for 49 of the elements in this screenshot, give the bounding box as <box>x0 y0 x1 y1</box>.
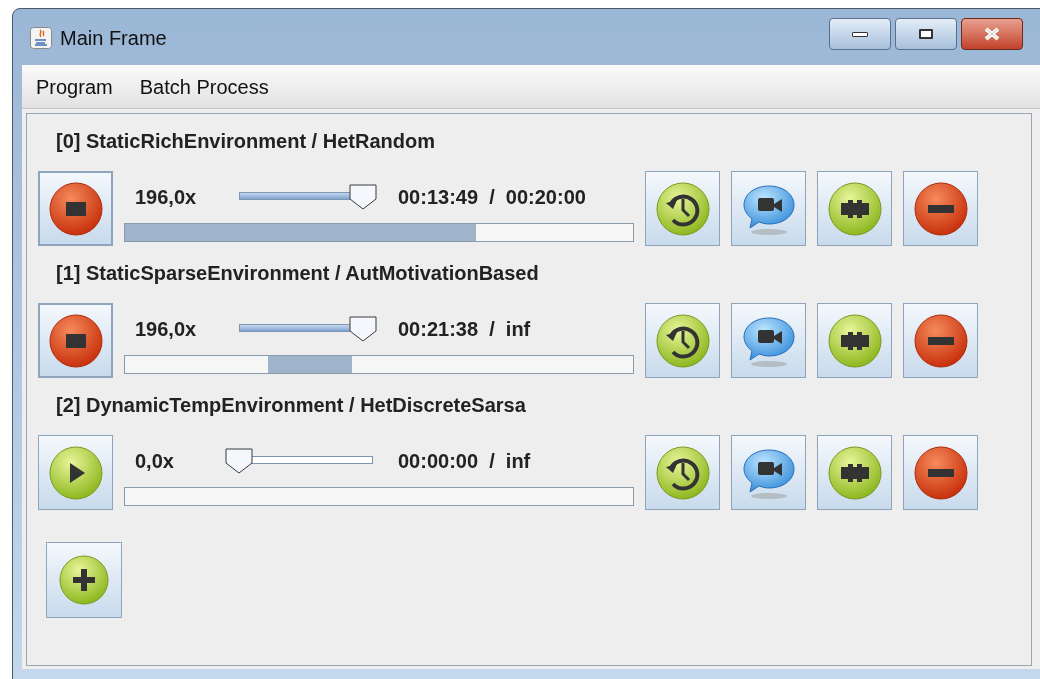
plugin-button[interactable] <box>817 171 892 246</box>
remove-button[interactable] <box>903 303 978 378</box>
minimize-button[interactable] <box>829 18 891 50</box>
close-button[interactable] <box>961 18 1023 50</box>
add-button[interactable] <box>46 542 122 618</box>
window-title: Main Frame <box>60 26 167 51</box>
video-button[interactable] <box>731 303 806 378</box>
maximize-button[interactable] <box>895 18 957 50</box>
time-label: 00:00:00 / inf <box>398 449 531 474</box>
simulation-title: [2] DynamicTempEnvironment / HetDiscreteSarsa <box>56 393 527 418</box>
puzzle-icon <box>827 313 882 368</box>
simulation-title: [0] StaticRichEnvironment / HetRandom <box>56 129 436 154</box>
slider-thumb[interactable] <box>225 448 253 474</box>
puzzle-icon <box>827 181 882 236</box>
clock-icon <box>655 313 710 368</box>
speed-label: 196,0x <box>135 185 198 210</box>
minus-icon <box>913 445 968 500</box>
play-icon <box>48 445 103 500</box>
plugin-button[interactable] <box>817 303 892 378</box>
stop-icon <box>48 313 103 368</box>
remove-button[interactable] <box>903 435 978 510</box>
coffee-cup-icon <box>30 27 52 49</box>
plus-icon <box>58 554 110 606</box>
slider-thumb[interactable] <box>348 316 377 342</box>
history-button[interactable] <box>645 171 720 246</box>
history-button[interactable] <box>645 435 720 510</box>
puzzle-icon <box>827 445 882 500</box>
time-label: 00:21:38 / inf <box>398 317 531 342</box>
minus-icon <box>913 181 968 236</box>
close-icon <box>983 27 1001 41</box>
video-button[interactable] <box>731 171 806 246</box>
time-label: 00:13:49 / 00:20:00 <box>398 185 586 210</box>
remove-button[interactable] <box>903 171 978 246</box>
minus-icon <box>913 313 968 368</box>
video-button[interactable] <box>731 435 806 510</box>
speed-label: 196,0x <box>135 317 198 342</box>
stop-button[interactable] <box>38 171 113 246</box>
speed-label: 0,0x <box>135 449 175 474</box>
history-button[interactable] <box>645 303 720 378</box>
plugin-button[interactable] <box>817 435 892 510</box>
simulation-title: [1] StaticSparseEnvironment / AutMotivationBased <box>56 261 540 286</box>
clock-icon <box>655 181 710 236</box>
stop-button[interactable] <box>38 303 113 378</box>
menu-item[interactable]: Program <box>36 71 113 102</box>
play-button[interactable] <box>38 435 113 510</box>
menu-item[interactable]: Batch Process <box>139 71 269 102</box>
stop-icon <box>48 181 103 236</box>
slider-thumb[interactable] <box>348 184 377 210</box>
clock-icon <box>655 445 710 500</box>
